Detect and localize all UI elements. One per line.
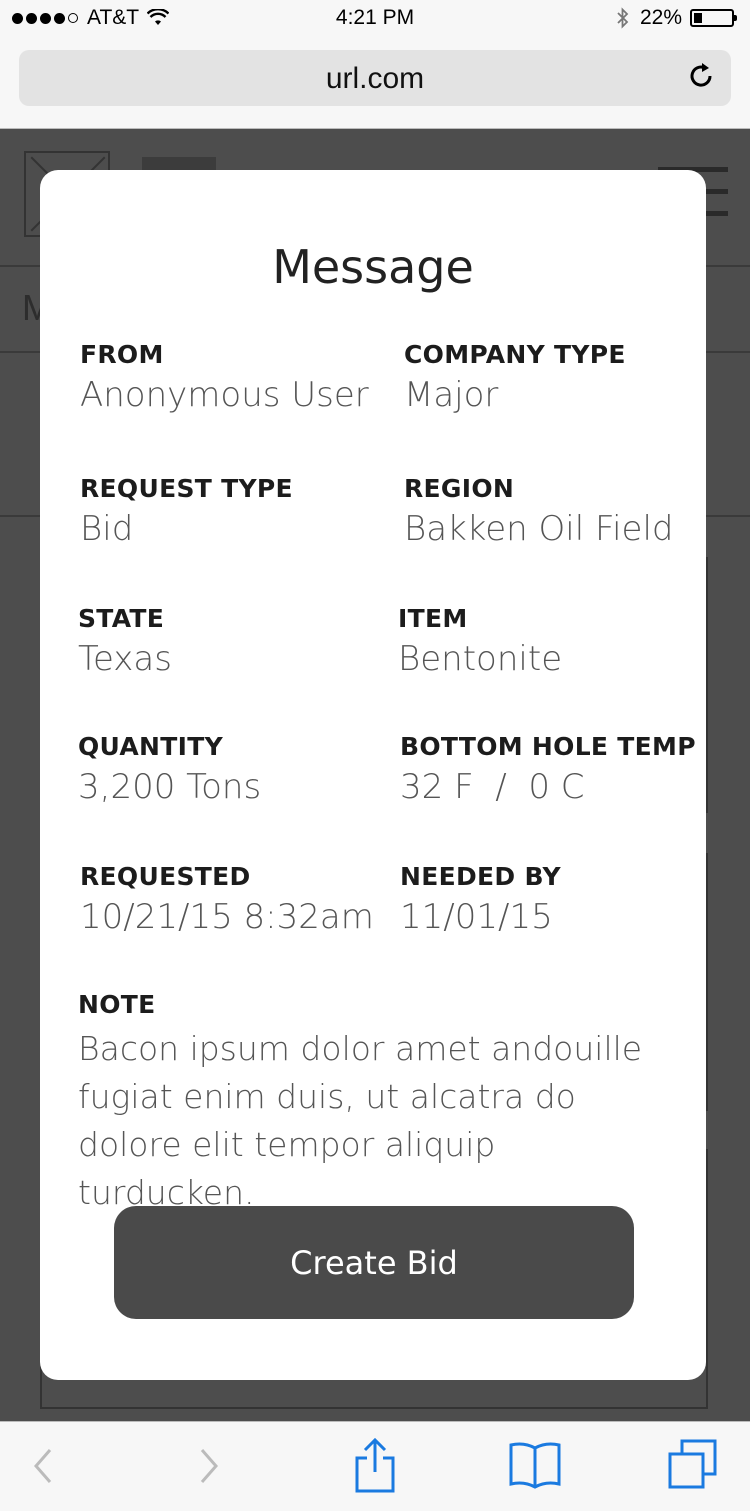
- note-field: NOTE Bacon ipsum dolor amet andouille fu…: [78, 990, 678, 1217]
- reload-icon[interactable]: [685, 60, 717, 97]
- note-value: Bacon ipsum dolor amet andouille fugiat …: [78, 1029, 643, 1212]
- forward-icon[interactable]: [198, 1438, 222, 1499]
- create-bid-button[interactable]: Create Bid: [114, 1206, 634, 1319]
- item-value: Bentonite: [398, 639, 563, 679]
- item-label: ITEM: [398, 604, 468, 633]
- modal-title: Message: [272, 240, 474, 294]
- bottom-hole-temp-label: BOTTOM HOLE TEMP: [400, 732, 696, 761]
- item-field: ITEM Bentonite: [398, 604, 562, 679]
- quantity-label: QUANTITY: [78, 732, 223, 761]
- request-type-field: REQUEST TYPE Bid: [80, 474, 293, 549]
- requested-label: REQUESTED: [80, 862, 251, 891]
- bottom-hole-temp-field: BOTTOM HOLE TEMP 32 F / 0 C: [400, 732, 696, 807]
- requested-value: 10/21/15 8:32am: [80, 897, 374, 937]
- request-type-value: Bid: [80, 509, 134, 549]
- region-field: REGION Bakken Oil Field: [404, 474, 673, 549]
- needed-by-value: 11/01/15: [400, 897, 553, 937]
- from-label: FROM: [80, 340, 164, 369]
- from-field: FROM Anonymous User: [80, 340, 369, 415]
- request-type-label: REQUEST TYPE: [80, 474, 293, 503]
- needed-by-field: NEEDED BY 11/01/15: [400, 862, 561, 937]
- status-bar: AT&T 4:21 PM 22%: [0, 0, 750, 40]
- bottom-hole-temp-value: 32 F / 0 C: [400, 767, 585, 807]
- company-type-field: COMPANY TYPE Major: [404, 340, 626, 415]
- back-icon[interactable]: [30, 1438, 54, 1499]
- quantity-value: 3,200 Tons: [78, 767, 262, 807]
- address-bar[interactable]: url.com: [19, 50, 731, 106]
- requested-field: REQUESTED 10/21/15 8:32am: [80, 862, 374, 937]
- status-right: 22%: [616, 6, 737, 30]
- state-value: Texas: [78, 639, 172, 679]
- bluetooth-icon: [616, 7, 630, 29]
- state-label: STATE: [78, 604, 165, 633]
- battery-percent: 22%: [639, 6, 682, 29]
- battery-icon: [690, 9, 737, 27]
- bookmarks-icon[interactable]: [508, 1440, 562, 1495]
- tabs-icon[interactable]: [666, 1438, 720, 1497]
- browser-chrome: url.com: [0, 40, 750, 129]
- share-icon[interactable]: [354, 1436, 396, 1499]
- region-value: Bakken Oil Field: [404, 509, 674, 549]
- message-modal: Message FROM Anonymous User COMPANY TYPE…: [40, 170, 706, 1380]
- company-type-label: COMPANY TYPE: [404, 340, 626, 369]
- note-label: NOTE: [78, 990, 156, 1019]
- region-label: REGION: [404, 474, 515, 503]
- needed-by-label: NEEDED BY: [400, 862, 561, 891]
- state-field: STATE Texas: [78, 604, 172, 679]
- company-type-value: Major: [404, 375, 499, 415]
- browser-toolbar: [0, 1421, 750, 1511]
- quantity-field: QUANTITY 3,200 Tons: [78, 732, 261, 807]
- url-text[interactable]: url.com: [19, 62, 731, 96]
- from-value: Anonymous User: [80, 375, 369, 415]
